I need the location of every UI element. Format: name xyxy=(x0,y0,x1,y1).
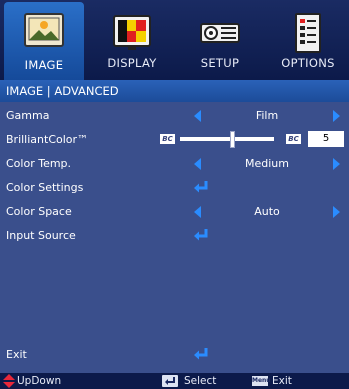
brilliantcolor-slider-track[interactable] xyxy=(180,137,274,141)
gamma-label: Gamma xyxy=(6,109,50,122)
menu-row-color-space[interactable]: Color Space Auto xyxy=(0,200,349,224)
options-icon xyxy=(295,13,321,53)
color-temp-value: Medium xyxy=(245,157,289,170)
left-arrow-icon[interactable] xyxy=(194,110,201,122)
osd-menu: IMAGE DISPLAY SETUP OPTIONS IMAGE | ADVA… xyxy=(0,0,349,389)
exit-label: Exit xyxy=(6,348,27,361)
setup-icon xyxy=(200,23,240,43)
brilliantcolor-logo-icon: BC xyxy=(286,134,301,144)
menu-key-icon: Menu xyxy=(252,376,271,386)
image-icon xyxy=(24,13,64,47)
footer-select-text: Select xyxy=(184,375,217,387)
input-source-label: Input Source xyxy=(6,229,76,242)
display-icon xyxy=(113,15,151,50)
color-settings-label: Color Settings xyxy=(6,181,84,194)
tab-display[interactable]: DISPLAY xyxy=(92,4,172,78)
breadcrumb-text: IMAGE | ADVANCED xyxy=(6,84,119,98)
tab-image-label: IMAGE xyxy=(24,58,64,72)
brilliantcolor-logo-icon: BC xyxy=(160,134,175,144)
tab-display-label: DISPLAY xyxy=(107,56,157,70)
brilliantcolor-value: 5 xyxy=(308,131,344,147)
left-arrow-icon[interactable] xyxy=(194,206,201,218)
brilliantcolor-slider-handle[interactable] xyxy=(229,131,235,148)
footer-exit-text: Exit xyxy=(272,375,292,387)
tab-setup-label: SETUP xyxy=(200,56,240,70)
menu-row-exit[interactable]: Exit xyxy=(0,343,349,367)
left-arrow-icon[interactable] xyxy=(194,158,201,170)
breadcrumb: IMAGE | ADVANCED xyxy=(0,80,349,102)
tab-image[interactable]: IMAGE xyxy=(4,2,84,80)
select-enter-icon xyxy=(162,375,178,387)
color-space-value: Auto xyxy=(254,205,280,218)
gamma-value: Film xyxy=(255,109,279,122)
tab-bar: IMAGE DISPLAY SETUP OPTIONS xyxy=(0,0,349,80)
menu-row-brilliantcolor[interactable]: BrilliantColor™ BC BC 5 xyxy=(0,128,349,152)
menu-row-color-settings[interactable]: Color Settings xyxy=(0,176,349,200)
menu-row-color-temp[interactable]: Color Temp. Medium xyxy=(0,152,349,176)
menu-row-input-source[interactable]: Input Source xyxy=(0,224,349,248)
updown-arrows-icon xyxy=(3,374,15,388)
footer-updown-text: UpDown xyxy=(17,375,62,387)
color-space-label: Color Space xyxy=(6,205,72,218)
enter-icon[interactable] xyxy=(193,180,209,194)
enter-icon[interactable] xyxy=(193,347,209,361)
tab-setup[interactable]: SETUP xyxy=(180,4,260,78)
right-arrow-icon[interactable] xyxy=(333,206,340,218)
tab-options-label: OPTIONS xyxy=(281,56,335,70)
right-arrow-icon[interactable] xyxy=(333,110,340,122)
tab-options[interactable]: OPTIONS xyxy=(268,4,348,78)
enter-icon[interactable] xyxy=(193,228,209,242)
color-temp-label: Color Temp. xyxy=(6,157,72,170)
menu-row-gamma[interactable]: Gamma Film xyxy=(0,104,349,128)
brilliantcolor-label: BrilliantColor™ xyxy=(6,133,89,146)
right-arrow-icon[interactable] xyxy=(333,158,340,170)
footer-hint-bar: UpDown Select Menu Exit xyxy=(0,373,349,389)
